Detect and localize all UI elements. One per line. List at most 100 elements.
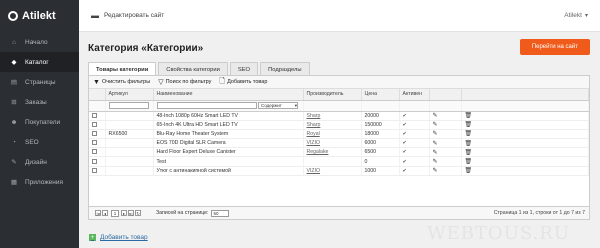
edit-pencil-icon[interactable]: ✎ <box>433 113 438 119</box>
sku-cell: RX6500 <box>105 129 154 140</box>
table-row[interactable]: 65-Inch 4K Ultra HD Smart LED TV Sharp 150… <box>89 120 589 130</box>
table-row[interactable]: 48-Inch 1080p 60Hz Smart LED TV Sharp 2000… <box>89 111 589 121</box>
add-product-button[interactable]: 🗋 Добавить товар <box>219 77 267 88</box>
column-header[interactable] <box>461 89 589 101</box>
row-checkbox[interactable] <box>92 167 97 173</box>
manufacturer-link[interactable]: VIZIO <box>307 140 321 146</box>
next-page-button[interactable]: ▸ <box>121 210 127 216</box>
filter-icon: ▽ <box>158 79 164 86</box>
brush-icon: ✎ <box>11 159 17 166</box>
row-checkbox[interactable] <box>92 131 97 137</box>
logo[interactable]: Atilekt <box>0 0 79 32</box>
table-row[interactable]: Утюг с антинакипной системой VIZIO 1000 ✔ ✎ 🗑 <box>89 166 589 176</box>
search-filter-label: Поиск по фильтру <box>165 79 212 85</box>
edit-pencil-icon[interactable]: ✎ <box>433 122 438 128</box>
name-filter-mode-select[interactable]: Содержит ▾ <box>257 102 298 109</box>
sidebar-item[interactable]: ▦ Приложения <box>0 172 79 192</box>
brand-name: Atilekt <box>22 10 56 22</box>
trash-icon[interactable]: 🗑 <box>465 122 473 128</box>
refresh-button[interactable]: ↻ <box>135 210 141 216</box>
trash-icon[interactable]: 🗑 <box>465 159 473 165</box>
clear-filters-label: Очистить фильтры <box>101 79 151 85</box>
prev-page-button[interactable]: ◂ <box>102 210 108 216</box>
first-page-button[interactable]: |◂ <box>95 210 101 216</box>
per-page-control: Записей на странице: 50 <box>156 209 230 217</box>
sidebar-item-label: Приложения <box>25 178 64 186</box>
page-number-input[interactable]: 1 <box>111 209 119 217</box>
row-checkbox[interactable] <box>92 121 97 127</box>
column-header[interactable]: Производитель <box>303 89 362 101</box>
row-checkbox[interactable] <box>92 112 97 118</box>
manufacturer-link[interactable]: Royal <box>307 131 320 137</box>
active-check-icon: ✔ <box>402 130 407 137</box>
monitor-icon: ▬ <box>91 11 99 20</box>
table-row[interactable]: Hard Floor Expert Deluxe Canister Regalak… <box>89 147 589 158</box>
edit-pencil-icon[interactable]: ✎ <box>433 141 438 147</box>
sku-cell <box>105 156 154 167</box>
products-panel: ▼ Очистить фильтры ▽ Поиск по фильтру 🗋 … <box>88 75 590 220</box>
price-cell: 6500 <box>361 147 400 158</box>
sidebar-item[interactable]: ☻ Покупатели <box>0 112 79 132</box>
table-row[interactable]: Test 0 ✔ ✎ 🗑 <box>89 156 589 167</box>
edit-pencil-icon[interactable]: ✎ <box>433 131 438 137</box>
column-header[interactable]: Цена <box>361 89 400 101</box>
name-cell: EOS 70D Digital SLR Camera <box>153 138 304 149</box>
active-check-icon: ✔ <box>402 149 407 156</box>
clear-filters-button[interactable]: ▼ Очистить фильтры <box>93 79 150 86</box>
column-header[interactable]: Активен <box>399 89 430 101</box>
sidebar-item[interactable]: ⌂ Начало <box>0 32 79 52</box>
active-check-icon: ✔ <box>402 140 407 147</box>
edit-pencil-icon[interactable]: ✎ <box>433 168 438 174</box>
edit-pencil-icon[interactable]: ✎ <box>433 150 438 156</box>
column-header[interactable]: Наименование <box>153 89 304 101</box>
trash-icon[interactable]: 🗑 <box>465 141 473 147</box>
trash-icon[interactable]: 🗑 <box>465 113 473 119</box>
name-filter-input[interactable] <box>156 102 257 109</box>
trash-icon[interactable]: 🗑 <box>465 131 473 137</box>
page-title: Категория «Категории» <box>88 43 204 54</box>
sku-filter-input[interactable] <box>108 102 149 109</box>
sidebar-item[interactable]: ⊞ Заказы <box>0 92 79 112</box>
table-row[interactable]: EOS 70D Digital SLR Camera VIZIO 6000 ✔ ✎ 🗑 <box>89 138 589 149</box>
price-cell: 18000 <box>361 129 400 140</box>
column-header[interactable] <box>429 89 462 101</box>
row-checkbox[interactable] <box>92 158 97 164</box>
column-header[interactable]: Артикул <box>105 89 154 101</box>
manufacturer-link[interactable]: VIZIO <box>307 168 321 174</box>
row-checkbox[interactable] <box>92 149 97 155</box>
sku-cell <box>105 120 154 130</box>
filter-mode-value: Содержит <box>260 103 282 108</box>
trash-icon[interactable]: 🗑 <box>465 168 473 174</box>
add-product-link[interactable]: + Добавить товар <box>89 234 148 241</box>
per-page-select[interactable]: 50 <box>211 209 230 217</box>
column-header[interactable] <box>89 89 106 101</box>
manufacturer-link[interactable]: Sharp <box>307 122 321 128</box>
search-filter-button[interactable]: ▽ Поиск по фильтру <box>158 78 211 86</box>
user-menu[interactable]: Atilekt ▾ <box>564 12 588 19</box>
sku-cell <box>105 138 154 149</box>
sidebar-item[interactable]: ✎ Дизайн <box>0 152 79 172</box>
tag-icon: ◆ <box>11 59 17 66</box>
price-cell: 0 <box>361 156 400 167</box>
name-cell: Утюг с антинакипной системой <box>153 166 304 176</box>
manufacturer-link[interactable]: Regalake <box>307 149 329 155</box>
grid-toolbar: ▼ Очистить фильтры ▽ Поиск по фильтру 🗋 … <box>89 76 589 89</box>
last-page-button[interactable]: ▸| <box>128 210 134 216</box>
manufacturer-link[interactable]: Sharp <box>307 113 321 119</box>
sku-cell <box>105 166 154 176</box>
edit-site-link[interactable]: ▬ Редактировать сайт <box>91 11 164 20</box>
sku-cell <box>105 111 154 121</box>
price-cell: 150000 <box>361 120 400 130</box>
edit-pencil-icon[interactable]: ✎ <box>433 159 438 165</box>
sidebar-item[interactable]: ◆ Каталог <box>0 52 79 72</box>
row-checkbox[interactable] <box>92 140 97 146</box>
sidebar-item-label: Начало <box>25 38 48 46</box>
table-row[interactable]: RX6500 Blu-Ray Home Theater System Royal 18… <box>89 129 589 140</box>
pager-info: Страница 1 из 1, строки от 1 до 7 из 7 <box>493 210 585 216</box>
trash-icon[interactable]: 🗑 <box>465 150 473 156</box>
sidebar-item[interactable]: ▤ Страницы <box>0 72 79 92</box>
edit-site-label: Редактировать сайт <box>104 12 165 19</box>
goto-site-button[interactable]: Перейти на сайт <box>519 39 590 55</box>
main-content: Категория «Категории» Перейти на сайт То… <box>79 32 600 248</box>
sidebar-item[interactable]: ◔ SEO <box>0 132 79 152</box>
